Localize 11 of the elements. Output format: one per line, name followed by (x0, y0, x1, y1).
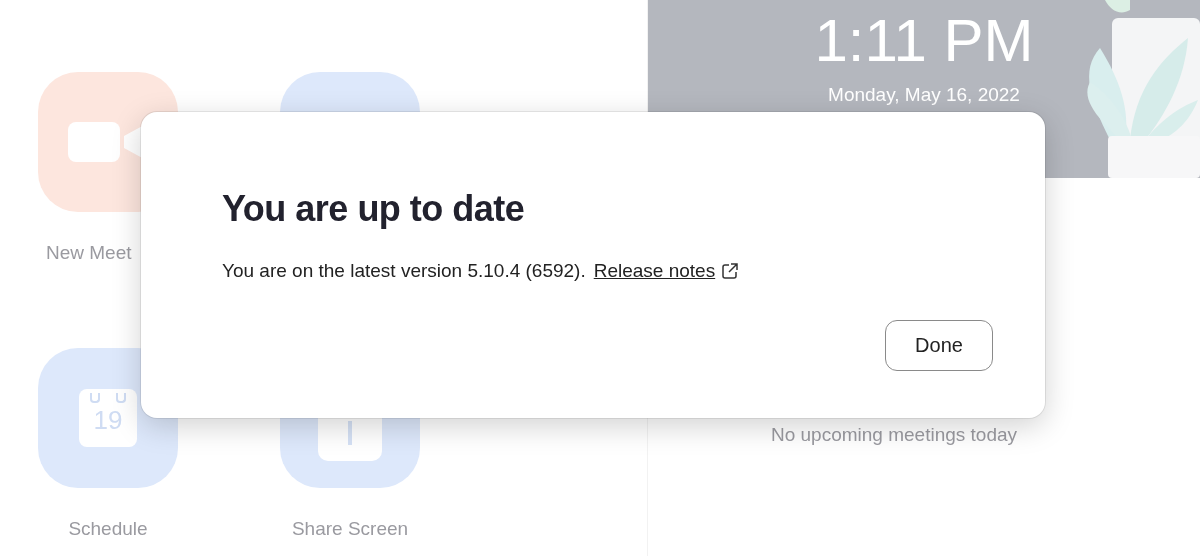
action-label: Schedule (68, 518, 148, 540)
external-link-icon (721, 262, 740, 280)
done-button[interactable]: Done (885, 320, 993, 371)
action-label: New Meet (46, 242, 132, 264)
release-notes-link[interactable]: Release notes (593, 260, 716, 282)
dialog-message: You are on the latest version 5.10.4 (6592). (222, 260, 586, 282)
empty-meetings-message: No upcoming meetings today (770, 424, 1018, 447)
clock-time: 1:11 PM (814, 8, 1034, 74)
clock-date: Monday, May 16, 2022 (828, 84, 1020, 106)
dialog-title: You are up to date (222, 188, 526, 230)
action-label: Share Screen (291, 518, 409, 540)
